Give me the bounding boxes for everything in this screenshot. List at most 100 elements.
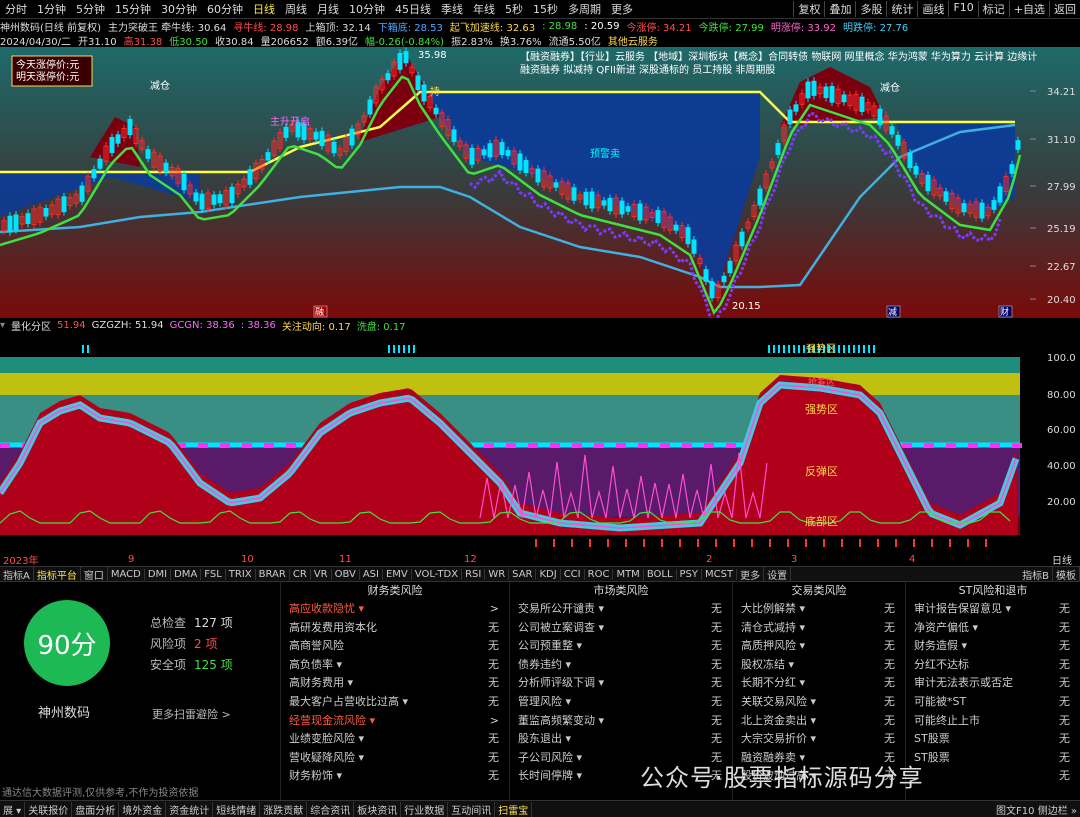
risk-item[interactable]: 债券违约 ▾ 无 [510, 656, 732, 675]
indicator-tab[interactable]: 窗口 [81, 567, 108, 581]
template-tab[interactable]: 模板 [1053, 567, 1080, 581]
indicator-tab[interactable]: OBV [332, 568, 360, 580]
risk-item[interactable]: 分析师评级下调 ▾ 无 [510, 674, 732, 693]
bottom-tab[interactable]: 板块资讯 [354, 801, 402, 817]
indicator-tab[interactable]: EMV [383, 568, 412, 580]
indicator-tab[interactable]: ROC [585, 568, 614, 580]
risk-item[interactable]: 公司预重整 ▾ 无 [510, 637, 732, 656]
bottom-tab[interactable]: 境外资金 [119, 801, 167, 817]
indicator-tab[interactable]: WR [485, 568, 510, 580]
indicator-tab[interactable]: ASI [360, 568, 383, 580]
indicator-tab[interactable]: BRAR [256, 568, 290, 580]
indicator-tab[interactable]: 指标A [0, 567, 34, 581]
toolbar-button[interactable]: F10 [948, 1, 977, 17]
risk-item[interactable]: ST股票无 [906, 730, 1080, 749]
indicator-tab[interactable]: FSL [201, 568, 226, 580]
period-tab[interactable]: 季线 [436, 1, 468, 17]
bottom-tab[interactable]: 资金统计 [166, 801, 214, 817]
risk-item[interactable]: 交易所公开谴责 ▾ 无 [510, 600, 732, 619]
period-tab[interactable]: 1分钟 [32, 1, 71, 17]
bottom-tab[interactable]: 互动间讯 [448, 801, 496, 817]
risk-item[interactable]: 股权冻结 ▾ 无 [733, 656, 905, 675]
risk-item[interactable]: 可能终止上市 无 [906, 712, 1080, 731]
risk-item[interactable]: 分红不达标 无 [906, 656, 1080, 675]
period-tab[interactable]: 15分钟 [110, 1, 156, 17]
indicator-tab[interactable]: TRIX [226, 568, 256, 580]
period-tab[interactable]: 周线 [280, 1, 312, 17]
template-tab[interactable]: 指标B [1019, 567, 1053, 581]
indicator-tab[interactable]: MTM [613, 568, 644, 580]
bottom-tab[interactable]: 扫雷宝 [495, 801, 533, 817]
risk-item[interactable]: 财务造假 ▾ 无 [906, 637, 1080, 656]
candlestick-chart[interactable]: 34.21 31.10 27.99 25.19 22.67 20.40 今天涨停价:元明天涨… [0, 47, 1080, 318]
risk-item[interactable]: 高质押风险 ▾ 无 [733, 637, 905, 656]
indicator-tab[interactable]: 设置 [764, 567, 792, 581]
risk-item[interactable]: 大比例解禁 ▾ 无 [733, 600, 905, 619]
quant-zone-chart[interactable]: 100.080.0060.0040.0020.00强势区反弹区底部区强势区抢筹区 [0, 333, 1080, 553]
risk-item[interactable]: 清仓式减持 ▾ 无 [733, 619, 905, 638]
toolbar-button[interactable]: 返回 [1049, 1, 1080, 17]
collapse-icon[interactable]: ▾ [0, 320, 5, 331]
indicator-tab[interactable]: VOL-TDX [412, 568, 463, 580]
period-tab[interactable]: 10分钟 [344, 1, 390, 17]
risk-item[interactable]: 股东退出 ▾ 无 [510, 730, 732, 749]
risk-item[interactable]: 高商誉风险 无 [281, 637, 509, 656]
indicator-tab[interactable]: DMI [145, 568, 172, 580]
indicator-tab[interactable]: RSI [462, 568, 486, 580]
bottom-tab[interactable]: 展 ▾ [0, 801, 26, 817]
toolbar-button[interactable]: 画线 [917, 1, 948, 17]
risk-item[interactable]: 审计无法表示或否定 无 [906, 674, 1080, 693]
indicator-tab[interactable]: DMA [171, 568, 202, 580]
risk-item[interactable]: 无 [906, 767, 1080, 786]
period-tab[interactable]: 多周期 [563, 1, 606, 17]
risk-item[interactable]: 高研发费用资本化 无 [281, 619, 509, 638]
period-tab[interactable]: 年线 [468, 1, 500, 17]
indicator-tab[interactable]: MACD [108, 568, 145, 580]
period-tab[interactable]: 5秒 [500, 1, 528, 17]
bottom-tab[interactable]: 短线情绪 [213, 801, 261, 817]
bottom-tab[interactable]: 行业数据 [401, 801, 449, 817]
indicator-tab[interactable]: CCI [561, 568, 585, 580]
risk-item[interactable]: 董监高频繁变动 ▾ 无 [510, 712, 732, 731]
indicator-tab[interactable]: PSY [677, 568, 703, 580]
risk-item[interactable]: 最大客户占营收比过高 ▾ 无 [281, 693, 509, 712]
risk-item[interactable]: 公司被立案调查 ▾ 无 [510, 619, 732, 638]
bottom-tab[interactable]: 综合资讯 [307, 801, 355, 817]
risk-item[interactable]: 净资产偏低 ▾ 无 [906, 619, 1080, 638]
toolbar-button[interactable]: 多股 [855, 1, 886, 17]
bottom-tab[interactable]: 关联报价 [25, 801, 73, 817]
period-tab[interactable]: 5分钟 [71, 1, 110, 17]
risk-item[interactable]: 营收疑降风险 ▾ 无 [281, 749, 509, 768]
risk-item[interactable]: 经营现金流风险 ▾ > [281, 712, 509, 731]
risk-item[interactable]: 业绩变脸风险 ▾ 无 [281, 730, 509, 749]
bottom-tab[interactable]: 盘面分析 [72, 801, 120, 817]
risk-item[interactable]: 高负债率 ▾ 无 [281, 656, 509, 675]
risk-item[interactable]: 大宗交易折价 ▾ 无 [733, 730, 905, 749]
period-tab[interactable]: 日线 [248, 1, 280, 17]
bottom-tab[interactable]: 涨跌贡献 [260, 801, 308, 817]
risk-item[interactable]: ST股票无 [906, 749, 1080, 768]
toolbar-button[interactable]: 统计 [886, 1, 917, 17]
toolbar-button[interactable]: +自选 [1008, 1, 1049, 17]
period-tab[interactable]: 60分钟 [202, 1, 248, 17]
risk-item[interactable]: 可能被*ST 无 [906, 693, 1080, 712]
risk-item[interactable]: 高应收款隐忧 ▾ > [281, 600, 509, 619]
indicator-tab[interactable]: MCST [702, 568, 738, 580]
indicator-tab[interactable]: 指标平台 [34, 567, 81, 581]
period-tab[interactable]: 分时 [0, 1, 32, 17]
risk-item[interactable]: 长期不分红 ▾ 无 [733, 674, 905, 693]
toolbar-button[interactable]: 叠加 [824, 1, 855, 17]
f10-sidebar-link[interactable]: 图文F10 侧边栏 » [993, 802, 1080, 817]
toolbar-button[interactable]: 复权 [793, 1, 824, 17]
risk-item[interactable]: 北上资金卖出 ▾ 无 [733, 712, 905, 731]
indicator-tab[interactable]: SAR [509, 568, 537, 580]
risk-item[interactable]: 财务粉饰 ▾ 无 [281, 767, 509, 786]
indicator-tab[interactable]: 更多 [737, 567, 765, 581]
indicator-tab[interactable]: KDJ [536, 568, 561, 580]
period-tab[interactable]: 更多 [606, 1, 638, 17]
risk-item[interactable]: 管理风险 ▾ 无 [510, 693, 732, 712]
risk-item[interactable]: 高财务费用 ▾ 无 [281, 674, 509, 693]
indicator-tab[interactable]: BOLL [644, 568, 677, 580]
risk-item[interactable]: 关联交易风险 ▾ 无 [733, 693, 905, 712]
more-scan-link[interactable]: 更多扫雷避险 > [152, 706, 231, 722]
